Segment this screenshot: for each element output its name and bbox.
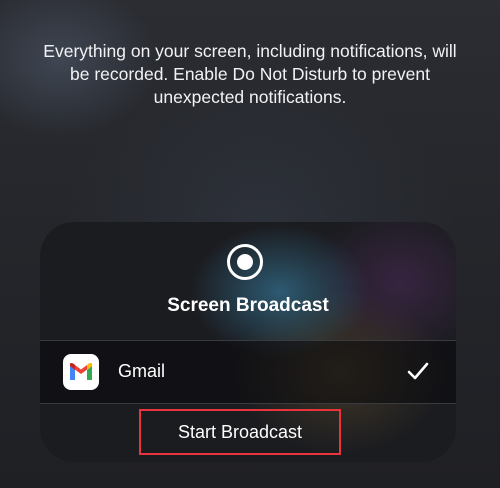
start-broadcast-button[interactable]: Start Broadcast [139, 409, 341, 455]
app-name: Gmail [118, 361, 166, 381]
panel-title: Screen Broadcast [167, 295, 329, 316]
app-option-gmail[interactable]: Gmail [40, 340, 456, 404]
record-icon [227, 244, 263, 280]
checkmark-icon [407, 362, 429, 380]
gmail-icon [63, 354, 99, 390]
record-dot [237, 254, 253, 270]
screen-broadcast-panel: Screen Broadcast Gmail Start Broadcast [40, 222, 456, 462]
recording-notice: Everything on your screen, including not… [43, 41, 457, 107]
